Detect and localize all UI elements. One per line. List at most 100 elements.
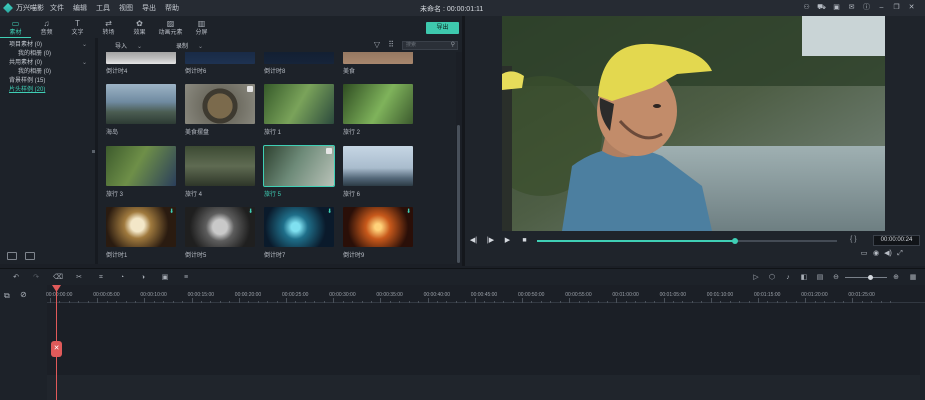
ruler-tick bbox=[673, 301, 675, 303]
snapshot-icon[interactable]: ◉ bbox=[870, 249, 882, 259]
download-icon[interactable]: ⬇ bbox=[327, 208, 332, 215]
tree-item-background-samples[interactable]: 背景样例 (15) bbox=[0, 77, 95, 86]
media-thumb[interactable] bbox=[264, 84, 334, 124]
chevron-down-icon[interactable]: ⌄ bbox=[82, 59, 87, 68]
tab-transition[interactable]: ⇄ 转场 bbox=[93, 16, 124, 38]
menu-view[interactable]: 视图 bbox=[119, 3, 133, 13]
media-thumb[interactable] bbox=[185, 52, 255, 64]
tree-item-my-album[interactable]: 我的相册 (0) bbox=[0, 50, 95, 59]
menu-export[interactable]: 导出 bbox=[142, 3, 156, 13]
redo-icon[interactable]: ↷ bbox=[31, 273, 41, 282]
zoom-knob[interactable] bbox=[868, 275, 874, 280]
maximize-icon[interactable]: ❐ bbox=[891, 3, 902, 13]
link-icon[interactable]: ⊘ bbox=[20, 290, 27, 299]
menu-file[interactable]: 文件 bbox=[50, 3, 64, 13]
menu-tools[interactable]: 工具 bbox=[96, 3, 110, 13]
step-forward-icon[interactable]: |▶ bbox=[486, 236, 495, 245]
media-thumb[interactable] bbox=[106, 146, 176, 186]
download-icon[interactable]: ⬇ bbox=[169, 208, 174, 215]
volume-icon[interactable]: ◀) bbox=[882, 249, 894, 259]
save-icon[interactable]: ▣ bbox=[831, 3, 842, 13]
mail-icon[interactable]: ✉ bbox=[846, 3, 857, 13]
tree-item-my-album-shared[interactable]: 我的相册 (0) bbox=[0, 68, 95, 77]
audio-mixer-icon[interactable]: ≡ bbox=[181, 273, 191, 282]
media-thumb[interactable] bbox=[106, 84, 176, 124]
preview-video[interactable] bbox=[502, 16, 885, 231]
remove-folder-icon[interactable] bbox=[25, 252, 35, 260]
green-screen-icon[interactable]: ▣ bbox=[160, 273, 170, 282]
filter-icon[interactable]: ▽ bbox=[372, 40, 382, 49]
media-scrollbar[interactable] bbox=[457, 125, 460, 263]
mic-icon[interactable]: ♪ bbox=[783, 273, 793, 282]
record-dropdown[interactable]: 录制 ⌄ bbox=[176, 41, 203, 50]
tab-text[interactable]: T 文字 bbox=[62, 16, 93, 38]
chevron-down-icon[interactable]: ⌄ bbox=[82, 41, 87, 50]
media-thumb[interactable] bbox=[343, 52, 413, 64]
tab-elements[interactable]: ▨ 动画元素 bbox=[155, 16, 186, 38]
zoom-in-icon[interactable]: ⊕ bbox=[891, 273, 901, 282]
account-icon[interactable]: ⚇ bbox=[801, 3, 812, 13]
menu-help[interactable]: 帮助 bbox=[165, 3, 179, 13]
media-thumb-selected[interactable] bbox=[263, 145, 335, 187]
ruler-tick bbox=[333, 298, 335, 303]
import-dropdown[interactable]: 导入 ⌄ bbox=[115, 41, 142, 50]
media-thumb[interactable]: ⬇ bbox=[106, 207, 176, 247]
media-thumb[interactable]: ⬇ bbox=[264, 207, 334, 247]
media-thumb[interactable] bbox=[343, 84, 413, 124]
media-thumb[interactable] bbox=[343, 146, 413, 186]
media-thumb[interactable] bbox=[106, 52, 176, 64]
stop-icon[interactable]: ■ bbox=[520, 236, 529, 245]
display-icon[interactable]: ▭ bbox=[858, 249, 870, 259]
color-icon[interactable]: ◑ bbox=[138, 273, 148, 282]
search-input[interactable]: 搜索 ⚲ bbox=[402, 41, 458, 50]
close-icon[interactable]: ✕ bbox=[906, 3, 917, 13]
speed-icon[interactable]: ◔ bbox=[117, 273, 127, 282]
cut-icon[interactable]: ✂ bbox=[74, 273, 84, 282]
timeline-track[interactable] bbox=[47, 375, 920, 400]
tree-item-project-media[interactable]: 项目素材 (0) ⌄ bbox=[0, 41, 95, 50]
new-folder-icon[interactable] bbox=[7, 252, 17, 260]
timeline-scrollbar[interactable] bbox=[920, 303, 925, 400]
delete-icon[interactable]: ⌫ bbox=[53, 273, 63, 282]
tab-media[interactable]: ▭ 素材 bbox=[0, 16, 31, 38]
subtitle-icon[interactable]: ▤ bbox=[815, 273, 825, 282]
media-thumb[interactable]: ⬇ bbox=[185, 207, 255, 247]
media-thumb[interactable] bbox=[185, 146, 255, 186]
cart-icon[interactable]: ⛟ bbox=[816, 3, 827, 13]
render-icon[interactable]: ▷ bbox=[751, 273, 761, 282]
step-back-icon[interactable]: ◀| bbox=[469, 236, 478, 245]
tab-effects[interactable]: ✿ 效果 bbox=[124, 16, 155, 38]
marker-icon[interactable]: ⬡ bbox=[767, 273, 777, 282]
zoom-out-icon[interactable]: ⊖ bbox=[831, 273, 841, 282]
playhead-handle-icon[interactable]: ✕ bbox=[51, 341, 62, 357]
crop-icon[interactable]: ⌗ bbox=[96, 273, 106, 282]
grid-view-icon[interactable]: ⠿ bbox=[386, 40, 396, 49]
mark-in-out-icon[interactable]: { } bbox=[850, 236, 857, 243]
zoom-slider[interactable] bbox=[845, 275, 887, 280]
play-icon[interactable]: ▶ bbox=[503, 236, 512, 245]
fit-icon[interactable]: ▦ bbox=[908, 273, 918, 282]
fullscreen-icon[interactable]: ⤢ bbox=[894, 249, 906, 259]
menu-edit[interactable]: 编辑 bbox=[73, 3, 87, 13]
info-icon[interactable]: ⓘ bbox=[861, 3, 872, 13]
undo-icon[interactable]: ↶ bbox=[11, 273, 21, 282]
media-thumb[interactable] bbox=[264, 52, 334, 64]
tree-item-intro-samples[interactable]: 片头样例 (20) bbox=[0, 86, 95, 95]
tab-split-screen[interactable]: ▥ 分屏 bbox=[186, 16, 217, 38]
preview-progress-bar[interactable] bbox=[537, 238, 837, 244]
export-button[interactable]: 导出 bbox=[426, 22, 459, 34]
progress-knob[interactable] bbox=[732, 238, 738, 244]
minimize-icon[interactable]: – bbox=[876, 3, 887, 13]
media-toolbar: 导入 ⌄ 录制 ⌄ ▽ ⠿ 搜索 ⚲ bbox=[98, 38, 462, 52]
add-track-icon[interactable]: ⧉ bbox=[4, 291, 10, 301]
download-icon[interactable]: ⬇ bbox=[248, 208, 253, 215]
collapse-handle-icon[interactable] bbox=[92, 150, 95, 153]
search-icon[interactable]: ⚲ bbox=[451, 42, 455, 49]
media-thumb[interactable] bbox=[185, 84, 255, 124]
download-icon[interactable]: ⬇ bbox=[406, 208, 411, 215]
tab-audio[interactable]: ♫ 音频 bbox=[31, 16, 62, 38]
tree-item-shared-media[interactable]: 共用素材 (0) ⌄ bbox=[0, 59, 95, 68]
voiceover-icon[interactable]: ◧ bbox=[799, 273, 809, 282]
media-thumb[interactable]: ⬇ bbox=[343, 207, 413, 247]
timeline-ruler[interactable]: 00:00:00:00 00:00:05:00 00:00:10:00 00:00:1… bbox=[46, 285, 925, 303]
